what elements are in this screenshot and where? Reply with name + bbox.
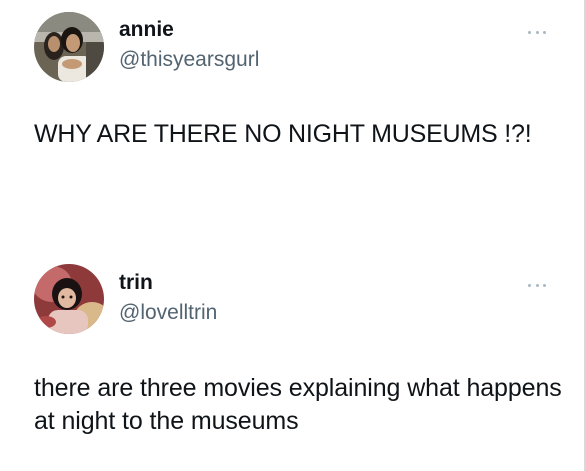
more-horizontal-icon[interactable] xyxy=(528,29,546,35)
dot xyxy=(543,30,546,34)
dot xyxy=(543,283,546,287)
tweet-text: WHY ARE THERE NO NIGHT MUSEUMS !?! xyxy=(34,120,532,148)
tweet-text: there are three movies explaining what h… xyxy=(34,374,562,435)
user-handle[interactable]: @thisyearsgurl xyxy=(119,48,259,72)
avatar-photo-trin xyxy=(34,264,104,334)
display-name[interactable]: trin xyxy=(119,271,153,295)
dot xyxy=(535,283,539,287)
dot xyxy=(535,30,539,34)
user-handle[interactable]: @lovelltrin xyxy=(119,301,217,325)
avatar-photo-annie xyxy=(34,12,104,82)
tweet-annie[interactable]: annie @thisyearsgurl WHY ARE THERE NO NI… xyxy=(0,0,586,235)
tweet-trin[interactable]: trin @lovelltrin there are three movies … xyxy=(0,252,586,471)
avatar-annie[interactable] xyxy=(34,12,104,82)
dot xyxy=(528,283,531,287)
display-name[interactable]: annie xyxy=(119,18,174,42)
avatar-trin[interactable] xyxy=(34,264,104,334)
dot xyxy=(528,30,531,34)
more-horizontal-icon[interactable] xyxy=(528,282,546,288)
